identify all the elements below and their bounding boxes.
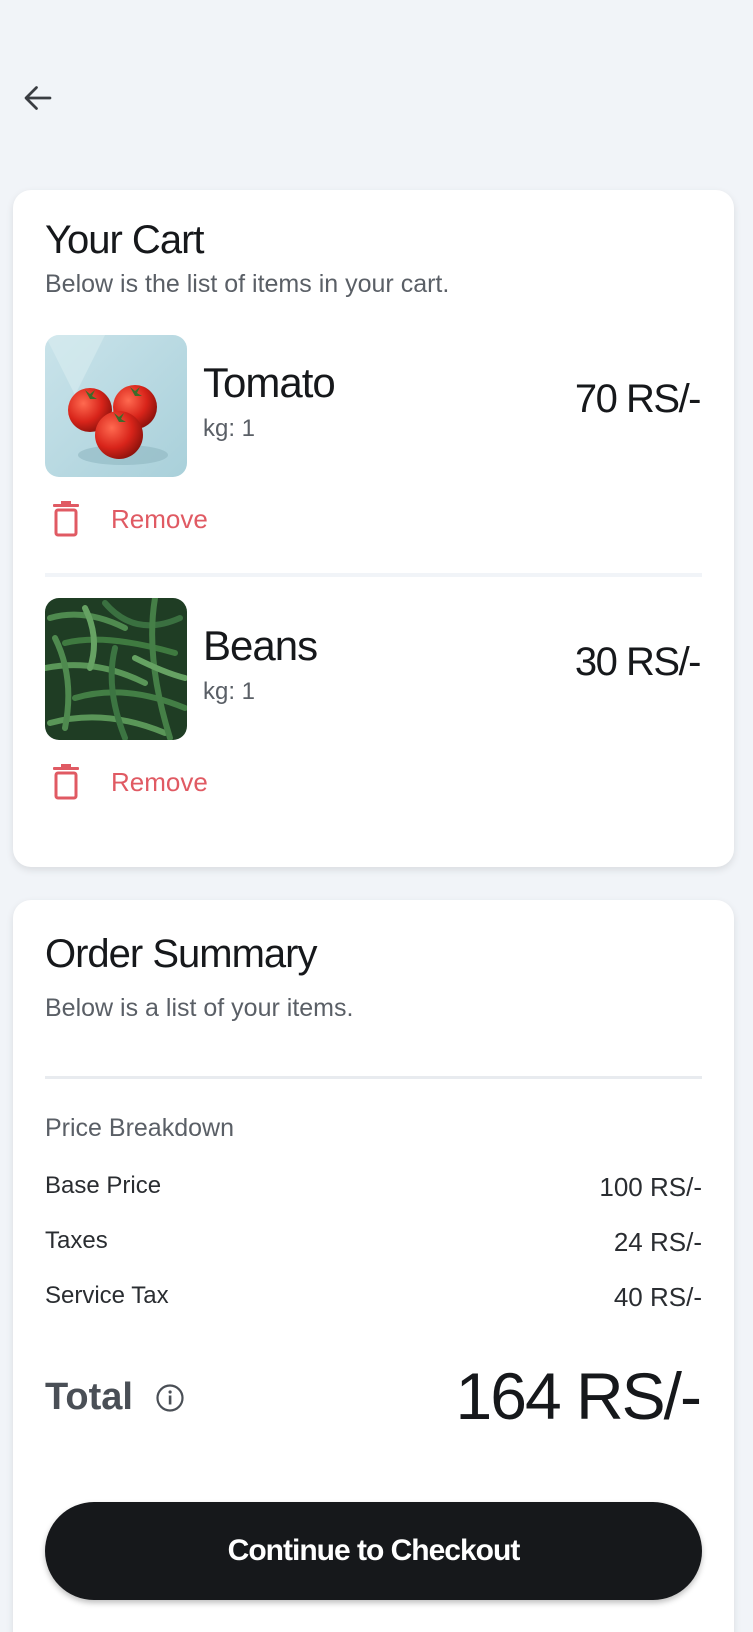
arrow-left-icon xyxy=(24,86,52,110)
summary-subtitle: Below is a list of your items. xyxy=(45,994,354,1022)
info-icon[interactable] xyxy=(155,1383,185,1413)
breakdown-value: 100 RS/- xyxy=(599,1172,702,1202)
beans-photo xyxy=(45,598,187,740)
breakdown-label: Base Price xyxy=(45,1172,162,1199)
cart-screen: Your Cart Below is the list of items in … xyxy=(0,0,753,1632)
breakdown-value: 24 RS/- xyxy=(613,1227,702,1257)
trash-icon xyxy=(53,501,79,537)
cart-card: Your Cart Below is the list of items in … xyxy=(13,190,734,867)
remove-button[interactable]: Remove xyxy=(51,501,208,537)
tomato-photo xyxy=(45,335,187,477)
continue-to-checkout-button[interactable]: Continue to Checkout xyxy=(45,1502,702,1600)
remove-label: Remove xyxy=(111,766,208,797)
order-summary-card: Order Summary Below is a list of your it… xyxy=(13,900,734,1632)
breakdown-value: 40 RS/- xyxy=(613,1282,702,1312)
item-price: 70 RS/- xyxy=(574,377,702,421)
item-name: Beans xyxy=(203,622,318,669)
summary-title: Order Summary xyxy=(45,932,317,976)
item-quantity: kg: 1 xyxy=(203,415,256,442)
cart-item: Tomato kg: 1 70 RS/- Remove xyxy=(45,325,702,577)
total-label-group: Total xyxy=(45,1376,185,1419)
breakdown-row-service-tax: Service Tax 40 RS/- xyxy=(45,1282,702,1313)
breakdown-row-base-price: Base Price 100 RS/- xyxy=(45,1172,702,1203)
trash-icon xyxy=(53,764,79,800)
cart-title: Your Cart xyxy=(45,218,204,262)
price-breakdown-title: Price Breakdown xyxy=(45,1114,234,1142)
total-row: Total 164 RS/- xyxy=(45,1358,702,1438)
cart-subtitle: Below is the list of items in your cart. xyxy=(45,270,450,298)
breakdown-label: Service Tax xyxy=(45,1282,169,1309)
remove-label: Remove xyxy=(111,503,208,534)
breakdown-label: Taxes xyxy=(45,1227,108,1254)
back-button[interactable] xyxy=(18,78,58,118)
item-quantity: kg: 1 xyxy=(203,678,256,705)
total-label: Total xyxy=(45,1376,133,1418)
item-price: 30 RS/- xyxy=(574,640,702,684)
remove-button[interactable]: Remove xyxy=(51,764,208,800)
item-name: Tomato xyxy=(203,359,336,406)
cart-item: Beans kg: 1 30 RS/- Remove xyxy=(45,588,702,836)
total-value: 164 RS/- xyxy=(455,1359,702,1433)
divider xyxy=(45,1076,702,1079)
breakdown-row-taxes: Taxes 24 RS/- xyxy=(45,1227,702,1258)
